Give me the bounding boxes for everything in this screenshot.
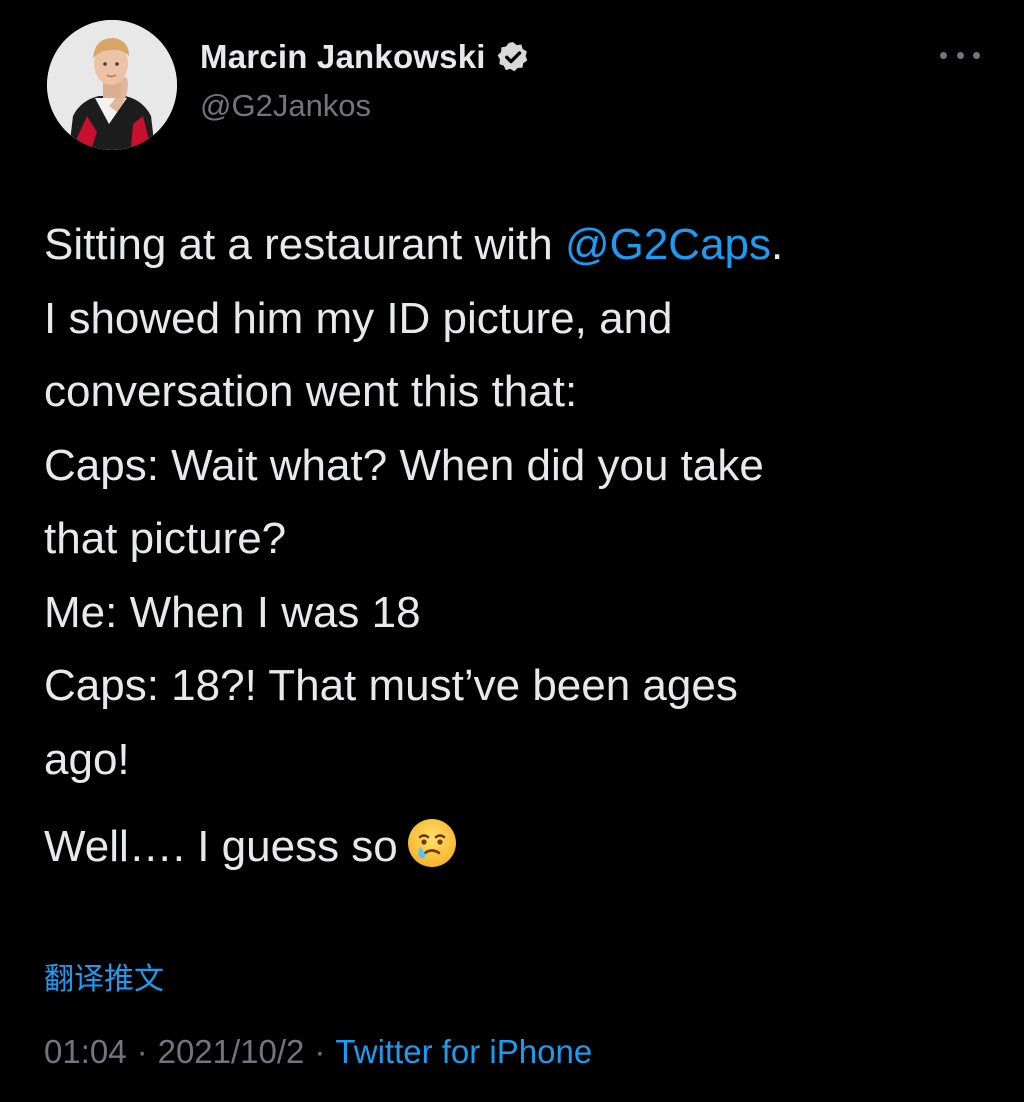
tweet-metadata: 01:04 · 2021/10/2 · Twitter for iPhone (44, 1033, 592, 1071)
tweet-line: Caps: 18?! That must’ve been ages (44, 661, 738, 710)
tweet-line: ago! (44, 734, 130, 784)
tweet-line: Sitting at a restaurant with @G2Caps. (44, 208, 984, 282)
ellipsis-icon (956, 51, 964, 59)
separator: · (136, 1033, 148, 1070)
separator: · (314, 1033, 326, 1070)
tweet-line: conversation went this that: (44, 367, 578, 416)
ellipsis-icon (973, 51, 980, 59)
author-display-name[interactable]: Marcin Jankowski (200, 38, 486, 76)
author-name-row: Marcin Jankowski (200, 38, 530, 76)
tweet-line: Well…. I guess so (44, 810, 984, 884)
tweet-line: Caps: Wait what? When did you take (44, 440, 764, 490)
tweet-text-segment: Well…. I guess so (44, 822, 398, 871)
tweet-time[interactable]: 01:04 (44, 1033, 127, 1070)
face-holding-back-tears-emoji-icon (406, 817, 458, 869)
tweet-text-segment: . (771, 220, 784, 269)
avatar[interactable] (47, 20, 177, 150)
avatar-photo (47, 20, 177, 150)
translate-tweet-link[interactable]: 翻译推文 (44, 954, 164, 998)
tweet-text: Sitting at a restaurant with @G2Caps. I … (44, 208, 984, 884)
tweet-line: that picture? (44, 514, 287, 563)
tweet-line: I showed him my ID picture, and (44, 293, 673, 343)
mention-link[interactable]: @G2Caps (565, 220, 771, 269)
tweet-text-segment: Sitting at a restaurant with (44, 220, 565, 269)
more-options-button[interactable] (940, 42, 980, 68)
verified-badge-icon (496, 40, 530, 74)
author-handle[interactable]: @G2Jankos (200, 88, 371, 124)
tweet-line: Me: When I was 18 (44, 587, 421, 637)
tweet-date[interactable]: 2021/10/2 (158, 1033, 305, 1070)
ellipsis-icon (940, 51, 947, 59)
tweet-source-link[interactable]: Twitter for iPhone (335, 1033, 592, 1070)
